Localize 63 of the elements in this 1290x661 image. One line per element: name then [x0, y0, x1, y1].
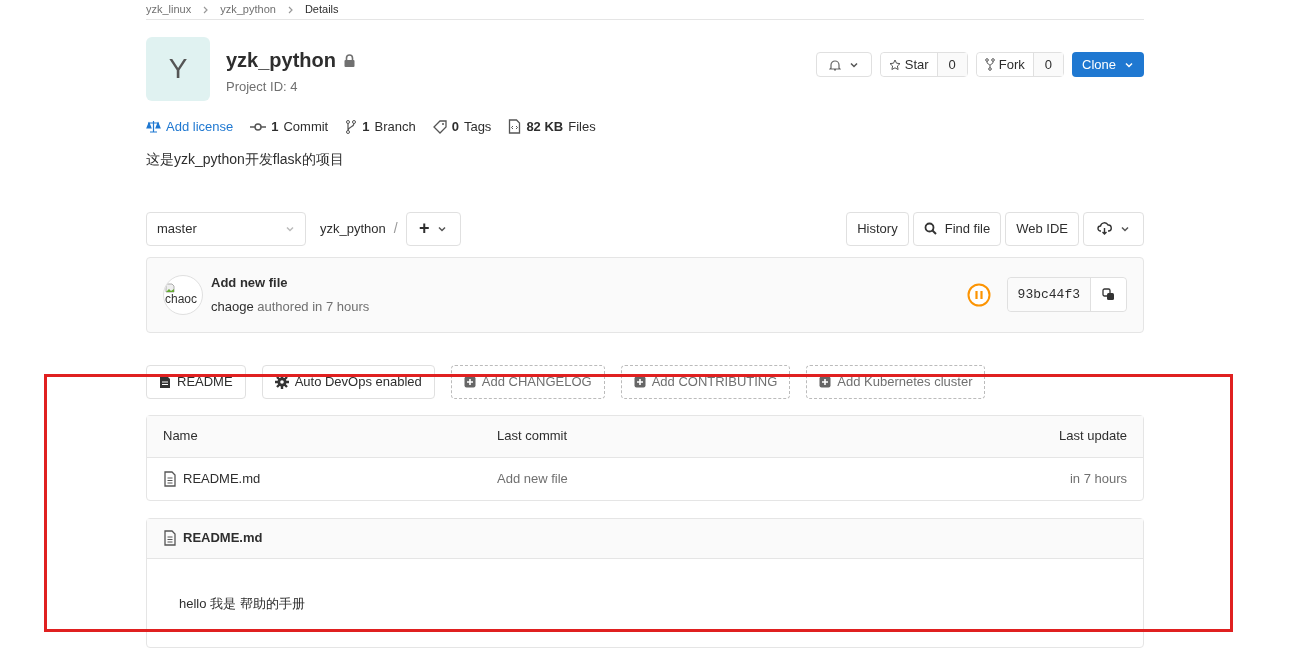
commit-icon	[250, 121, 267, 132]
quick-link[interactable]: Auto DevOps enabled	[261, 364, 435, 399]
author-link[interactable]: chaoge	[211, 298, 254, 314]
commit-meta: authored in 7 hours	[257, 298, 370, 314]
star-icon	[888, 58, 901, 71]
project-description: 这是yzk_python开发flask的项目	[146, 149, 345, 169]
commit-stat-link[interactable]: 1 Commit	[250, 117, 329, 137]
fork-icon	[984, 58, 995, 71]
commit-title: Add new file	[211, 274, 289, 292]
repo-button[interactable]: Find file	[912, 211, 1002, 246]
readme-title: README.md	[183, 529, 263, 548]
chevron-icon	[287, 5, 293, 14]
file-link[interactable]: README.md	[163, 468, 497, 489]
repo-button[interactable]: History	[846, 211, 909, 246]
branch-icon	[345, 119, 358, 134]
column-header: Last commit	[497, 427, 569, 446]
plus-icon	[633, 375, 646, 388]
last-update: in 7 hours	[1069, 469, 1127, 488]
column-header: Last update	[1059, 427, 1127, 446]
search-icon	[923, 222, 937, 235]
add-license-link[interactable]: Add license	[146, 117, 234, 137]
clone-button[interactable]: Clone	[1072, 52, 1144, 77]
plus-icon	[463, 375, 476, 388]
tag-stat-link[interactable]: 0 Tags	[432, 117, 492, 137]
add-file-link[interactable]: Add Kubernetes cluster	[806, 364, 986, 399]
fork-count: 0	[1032, 53, 1064, 76]
files-stat-link[interactable]: 82 KB Files	[508, 117, 596, 137]
repo-button[interactable]: Web IDE	[1005, 211, 1079, 246]
path-separator: /	[393, 219, 398, 238]
file-icon	[159, 374, 171, 389]
add-file-link[interactable]: Add CHANGELOG	[450, 364, 605, 399]
project-avatar: Y	[146, 37, 210, 101]
scale-icon	[146, 119, 161, 134]
breadcrumb-link[interactable]: yzk_linux	[146, 1, 192, 18]
branch-stat-link[interactable]: 1 Branch	[345, 117, 416, 137]
file-icon	[163, 470, 177, 487]
chevron-icon	[203, 5, 209, 14]
file-icon	[163, 530, 177, 546]
quick-link[interactable]: README	[146, 364, 246, 399]
cloud-download-icon	[1097, 222, 1112, 235]
gear-icon	[274, 374, 289, 389]
copy-button[interactable]	[1090, 278, 1126, 311]
plus-icon	[819, 375, 832, 388]
project-title: yzk_python	[226, 48, 337, 73]
add-dropdown[interactable]: +	[405, 211, 461, 246]
broken-image-icon	[165, 283, 175, 293]
file-icon	[508, 119, 522, 135]
breadcrumb-link[interactable]: Details	[304, 1, 339, 18]
tag-icon	[432, 119, 447, 134]
commit-link[interactable]: Add new file	[497, 468, 797, 489]
add-file-link[interactable]: Add CONTRIBUTING	[620, 364, 791, 399]
breadcrumb-link[interactable]: yzk_python	[320, 218, 386, 239]
readme-content: hello 我是 帮助的手册	[178, 594, 306, 613]
avatar-alt-text: chaoc	[165, 293, 198, 306]
copy-icon	[1102, 288, 1115, 301]
bell-icon	[828, 58, 841, 71]
download-dropdown[interactable]	[1083, 211, 1144, 246]
breadcrumb-link[interactable]: yzk_python	[220, 1, 276, 18]
star-count: 0	[936, 53, 967, 76]
column-header: Name	[163, 427, 199, 446]
project-id: Project ID: 4	[226, 78, 299, 96]
branch-dropdown[interactable]: master	[146, 211, 306, 246]
notification-dropdown[interactable]	[815, 52, 872, 77]
